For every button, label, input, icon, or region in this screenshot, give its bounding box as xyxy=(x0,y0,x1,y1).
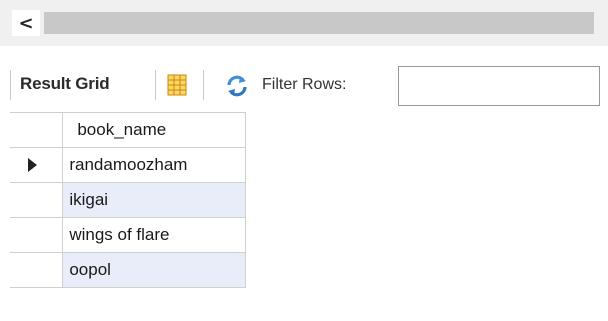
row-marker[interactable] xyxy=(10,217,64,253)
grid-layout-icon[interactable] xyxy=(167,74,187,96)
table-row[interactable]: ikigai xyxy=(10,182,246,218)
row-marker[interactable] xyxy=(10,252,64,288)
row-marker[interactable] xyxy=(10,182,64,218)
book-name-cell[interactable]: oopol xyxy=(62,252,246,288)
result-grid: book_name randamoozham ikigai wings of f… xyxy=(10,112,246,288)
table-row[interactable]: wings of flare xyxy=(10,217,246,253)
row-marker[interactable] xyxy=(10,147,64,183)
current-row-pointer-icon xyxy=(28,158,37,172)
refresh-icon[interactable] xyxy=(225,74,249,98)
scrollbar-track[interactable] xyxy=(44,12,594,34)
filter-rows-input[interactable] xyxy=(398,66,600,106)
toolbar-separator xyxy=(155,70,156,100)
column-header-book-name[interactable]: book_name xyxy=(62,112,246,148)
row-marker-header[interactable] xyxy=(10,112,64,148)
book-name-cell[interactable]: randamoozham xyxy=(62,147,246,183)
table-row[interactable]: oopol xyxy=(10,252,246,288)
toolbar-separator xyxy=(10,70,11,100)
horizontal-scrollbar[interactable]: < xyxy=(0,0,608,46)
scroll-left-button[interactable]: < xyxy=(12,10,40,36)
book-name-cell[interactable]: wings of flare xyxy=(62,217,246,253)
book-name-cell[interactable]: ikigai xyxy=(62,182,246,218)
header-row: book_name xyxy=(10,112,246,148)
filter-rows-label: Filter Rows: xyxy=(262,76,347,93)
result-toolbar: Result Grid Filter Rows: xyxy=(0,58,608,112)
result-grid-tab[interactable]: Result Grid xyxy=(20,74,110,94)
table-row[interactable]: randamoozham xyxy=(10,147,246,183)
toolbar-separator xyxy=(203,70,204,100)
